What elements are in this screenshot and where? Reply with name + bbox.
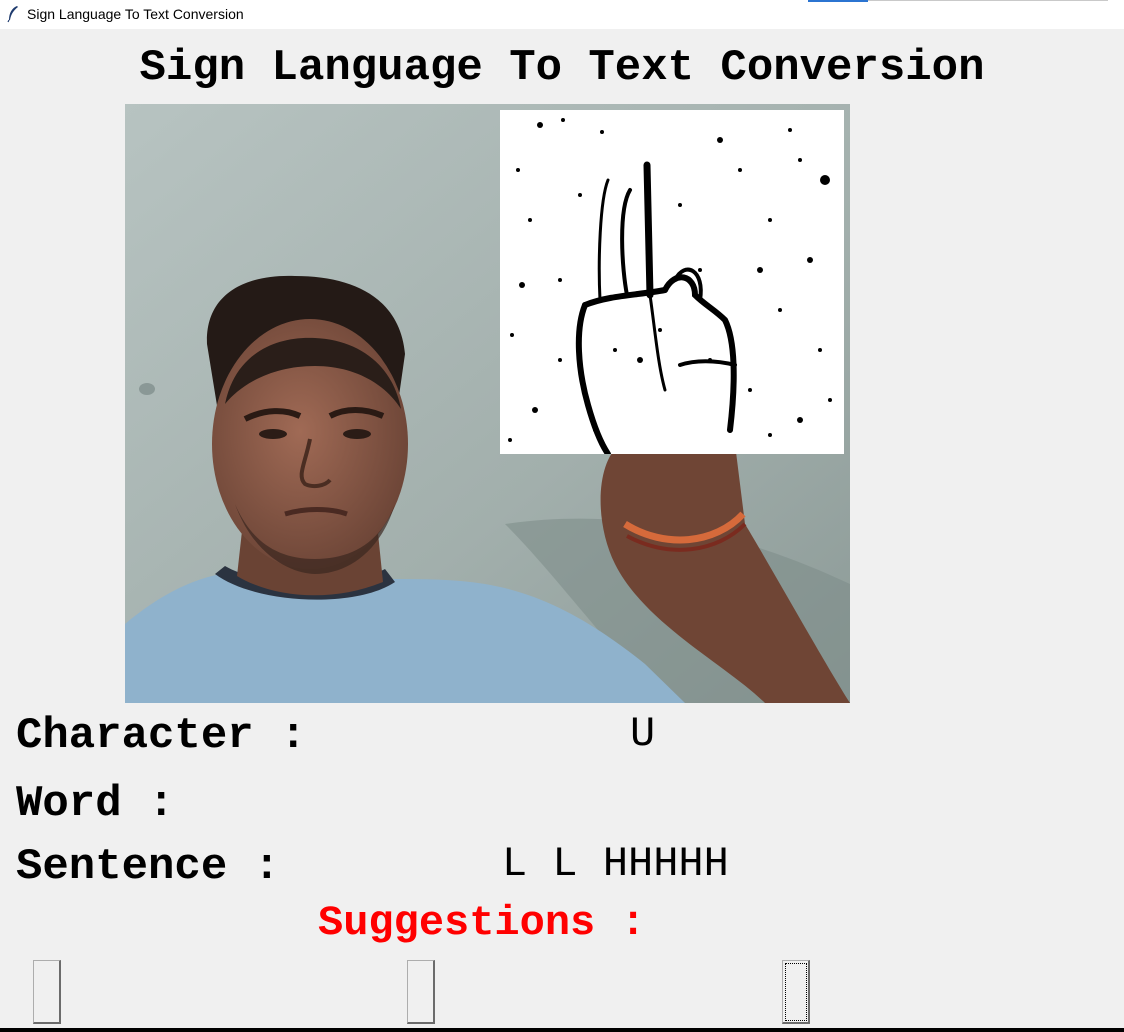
- sentence-value: L L HHHHH: [502, 840, 729, 888]
- suggestion-button-1[interactable]: [33, 960, 61, 1024]
- suggestion-button-2[interactable]: [407, 960, 435, 1024]
- character-label: Character :: [16, 711, 307, 761]
- page-title: Sign Language To Text Conversion: [139, 43, 985, 93]
- binary-hand-image: [500, 110, 844, 454]
- window-bottom-edge: [0, 1028, 1124, 1032]
- suggestions-label: Suggestions :: [318, 899, 646, 947]
- suggestion-button-3[interactable]: [782, 960, 810, 1024]
- titlebar-line: [868, 0, 1108, 1]
- window-titlebar: Sign Language To Text Conversion: [0, 0, 1124, 29]
- feather-icon: [7, 6, 18, 23]
- word-label: Word :: [16, 779, 175, 829]
- character-value: U: [630, 710, 656, 758]
- window-title: Sign Language To Text Conversion: [27, 6, 244, 22]
- sentence-label: Sentence :: [16, 842, 281, 892]
- titlebar-accent: [808, 0, 868, 2]
